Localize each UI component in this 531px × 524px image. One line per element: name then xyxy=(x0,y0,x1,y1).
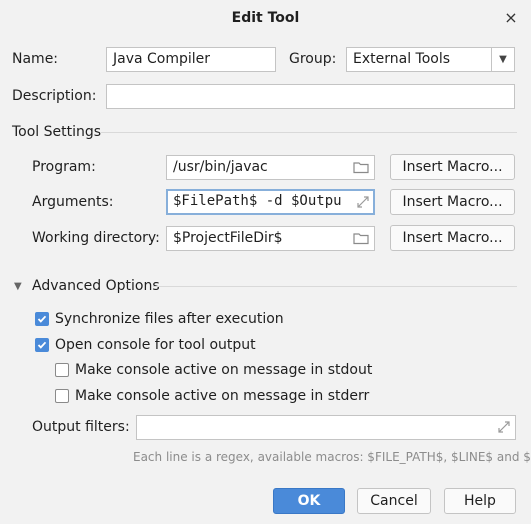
arguments-value: $FilePath$ -d $Outpu xyxy=(173,193,342,209)
expand-icon[interactable] xyxy=(497,420,511,434)
expand-icon[interactable] xyxy=(356,195,370,209)
sync-files-checkbox[interactable] xyxy=(35,312,49,326)
output-filters-input[interactable] xyxy=(136,415,516,440)
advanced-options-separator xyxy=(153,286,517,287)
console-active-stdout-label[interactable]: Make console active on message in stdout xyxy=(75,362,372,378)
output-filters-hint: Each line is a regex, available macros: … xyxy=(133,450,531,464)
description-input[interactable] xyxy=(106,84,515,109)
open-console-checkbox[interactable] xyxy=(35,338,49,352)
folder-icon[interactable] xyxy=(353,230,369,246)
description-label: Description: xyxy=(12,88,97,104)
group-selected-value: External Tools xyxy=(353,51,451,67)
advanced-options-heading[interactable]: Advanced Options xyxy=(32,278,160,294)
open-console-label[interactable]: Open console for tool output xyxy=(55,337,256,353)
program-insert-macro-button[interactable]: Insert Macro... xyxy=(390,154,515,180)
name-input[interactable]: Java Compiler xyxy=(106,47,276,72)
working-directory-label: Working directory: xyxy=(32,230,160,246)
tool-settings-heading: Tool Settings xyxy=(12,124,102,140)
edit-tool-dialog: Edit Tool × Name: Java Compiler Group: E… xyxy=(0,0,531,524)
collapse-triangle-icon[interactable]: ▼ xyxy=(14,281,22,292)
group-combobox[interactable]: External Tools ▼ xyxy=(346,47,515,72)
tool-settings-separator xyxy=(101,132,517,133)
output-filters-label: Output filters: xyxy=(32,419,130,435)
dialog-title: Edit Tool xyxy=(231,10,300,26)
check-icon xyxy=(37,315,47,323)
arguments-insert-macro-button[interactable]: Insert Macro... xyxy=(390,189,515,215)
arguments-input[interactable]: $FilePath$ -d $Outpu xyxy=(166,189,375,215)
console-active-stderr-label[interactable]: Make console active on message in stderr xyxy=(75,388,369,404)
console-active-stderr-checkbox[interactable] xyxy=(55,389,69,403)
check-icon xyxy=(37,341,47,349)
working-directory-input[interactable]: $ProjectFileDir$ xyxy=(166,226,375,251)
program-value: /usr/bin/javac xyxy=(173,159,268,175)
folder-icon[interactable] xyxy=(353,159,369,175)
program-input[interactable]: /usr/bin/javac xyxy=(166,155,375,180)
name-label: Name: xyxy=(12,51,59,67)
console-active-stdout-checkbox[interactable] xyxy=(55,363,69,377)
chevron-down-icon[interactable]: ▼ xyxy=(491,48,514,71)
ok-button[interactable]: OK xyxy=(273,488,345,514)
cancel-button[interactable]: Cancel xyxy=(357,488,431,514)
program-label: Program: xyxy=(32,159,96,175)
sync-files-label[interactable]: Synchronize files after execution xyxy=(55,311,284,327)
close-icon[interactable]: × xyxy=(501,8,521,28)
working-directory-insert-macro-button[interactable]: Insert Macro... xyxy=(390,225,515,251)
arguments-label: Arguments: xyxy=(32,194,114,210)
title-bar: Edit Tool × xyxy=(0,0,531,37)
group-label: Group: xyxy=(289,51,337,67)
working-directory-value: $ProjectFileDir$ xyxy=(173,230,283,246)
help-button[interactable]: Help xyxy=(444,488,516,514)
